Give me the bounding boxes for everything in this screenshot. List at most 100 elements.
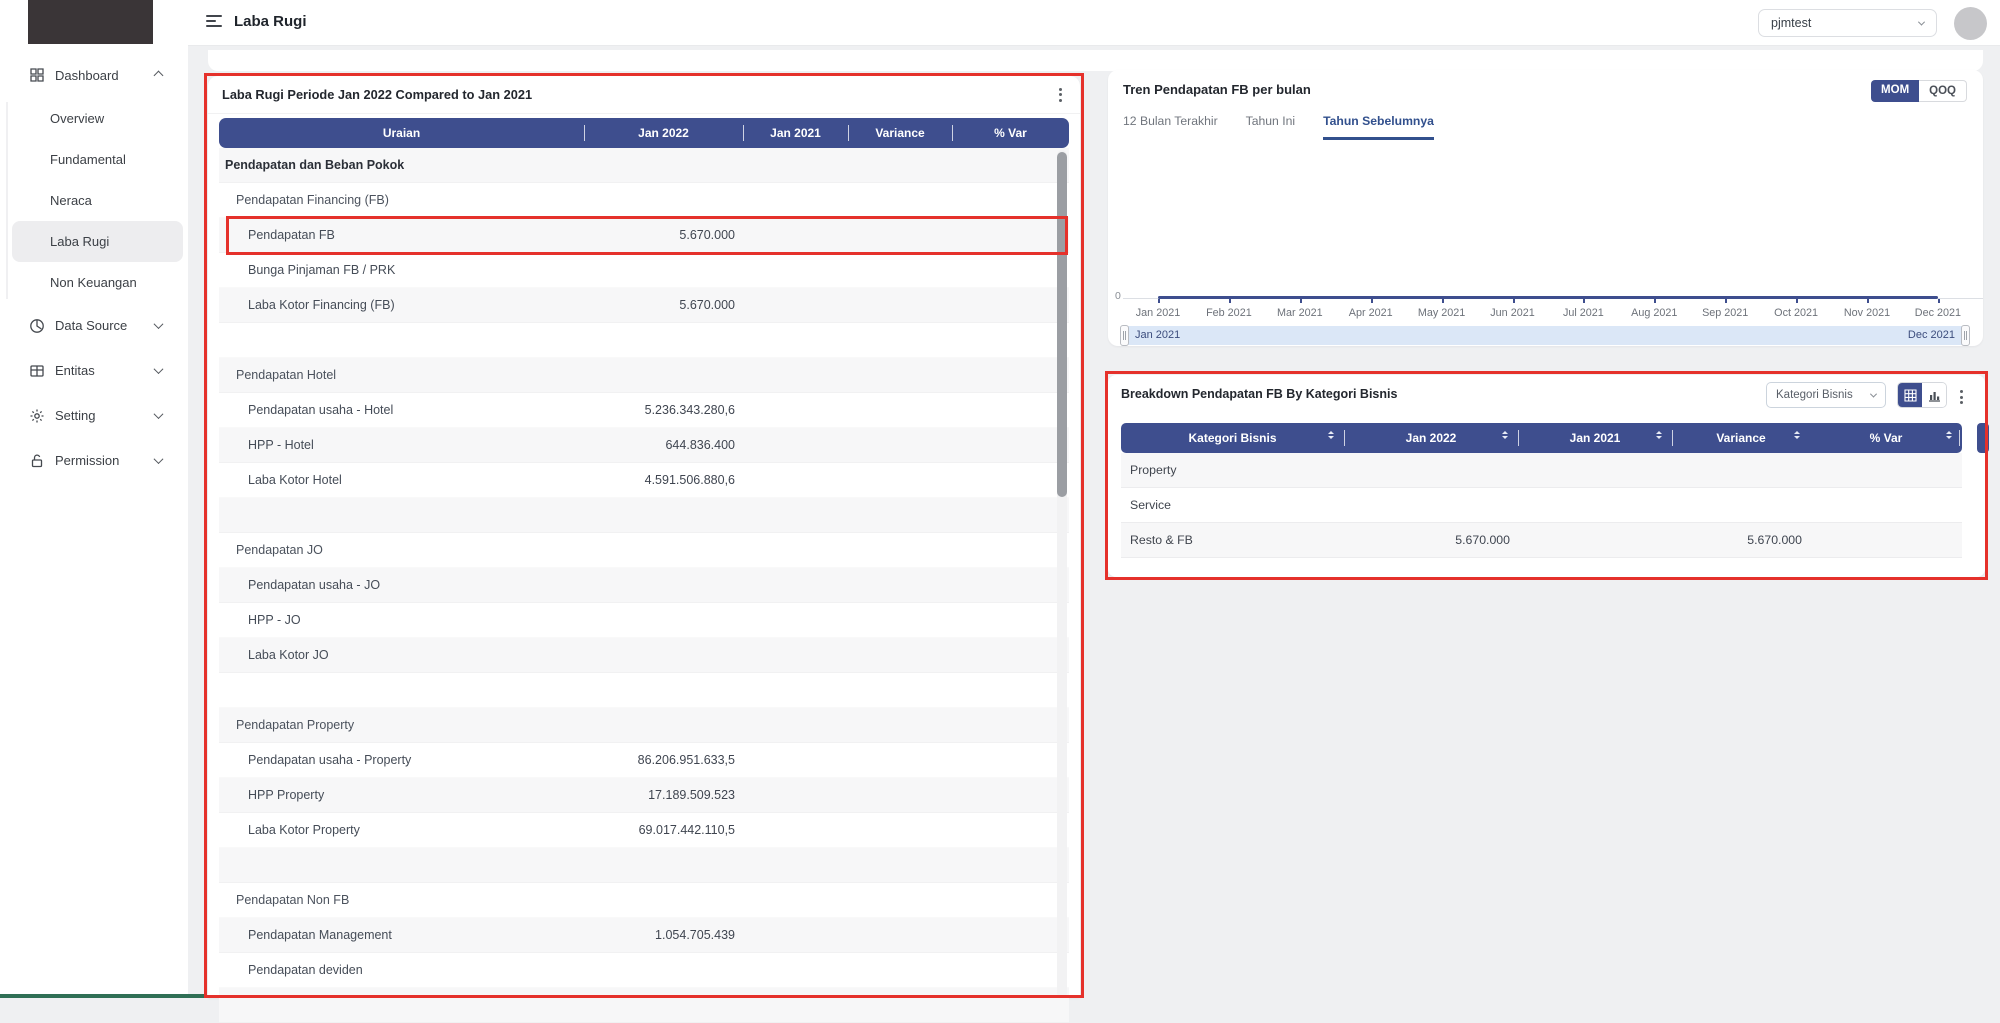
row-label: Laba Kotor Financing (FB)	[219, 288, 395, 323]
table-row[interactable]: HPP - JO	[219, 603, 1069, 638]
table-row[interactable]: Pendapatan Management1.054.705.439	[219, 918, 1069, 953]
breakdown-panel: Breakdown Pendapatan FB By Kategori Bisn…	[1108, 375, 1985, 577]
sort-icon[interactable]	[1328, 431, 1334, 439]
column-header-uraian[interactable]: Uraian	[219, 118, 584, 148]
flat-series-line	[1158, 296, 1938, 299]
x-axis-tick	[1300, 299, 1302, 303]
sidebar-item-entitas[interactable]: Entitas	[0, 348, 188, 393]
range-slider-right-handle[interactable]	[1961, 325, 1970, 346]
avatar[interactable]	[1954, 7, 1987, 40]
table-row[interactable]	[219, 848, 1069, 883]
kategori-bisnis-select[interactable]: Kategori Bisnis	[1766, 382, 1886, 408]
kebab-menu-icon[interactable]	[1055, 84, 1066, 106]
table-row[interactable]: Bunga Pinjaman FB / PRK	[219, 253, 1069, 288]
column-header-var[interactable]: % Var	[952, 118, 1069, 148]
x-axis-tick	[1867, 299, 1869, 303]
sidebar-item-laba-rugi[interactable]: Laba Rugi	[12, 221, 183, 262]
sidebar-item-label: Permission	[55, 453, 119, 468]
tab-12-bulan-terakhir[interactable]: 12 Bulan Terakhir	[1123, 114, 1218, 140]
x-axis-label: Aug 2021	[1619, 307, 1689, 319]
row-label: HPP Property	[219, 778, 324, 813]
toggle-mom[interactable]: MOM	[1871, 80, 1919, 102]
table-row[interactable]: Pendapatan Property	[219, 708, 1069, 743]
table-row[interactable]: Laba Kotor Financing (FB)5.670.000	[219, 288, 1069, 323]
toggle-qoq[interactable]: QOQ	[1919, 80, 1967, 102]
sort-icon[interactable]	[1946, 431, 1952, 439]
sidebar-item-setting[interactable]: Setting	[0, 393, 188, 438]
x-axis-label: Feb 2021	[1194, 307, 1264, 319]
table-row[interactable]: Pendapatan deviden	[219, 953, 1069, 988]
sidebar-item-permission[interactable]: Permission	[0, 438, 188, 483]
column-header-jan-2021[interactable]: Jan 2021	[743, 118, 848, 148]
column-header-variance[interactable]: Variance	[1672, 423, 1810, 453]
sidebar-item-neraca[interactable]: Neraca	[0, 180, 188, 221]
sidebar-item-overview[interactable]: Overview	[0, 98, 188, 139]
table-row[interactable]: HPP Property17.189.509.523	[219, 778, 1069, 813]
column-header-jan-2022[interactable]: Jan 2022	[584, 118, 743, 148]
table-row[interactable]: Pendapatan usaha - JO	[219, 568, 1069, 603]
kebab-menu-icon[interactable]	[1956, 386, 1967, 408]
row-label: Bunga Pinjaman FB / PRK	[219, 253, 395, 288]
column-header-jan-2022[interactable]: Jan 2022	[1344, 423, 1518, 453]
row-label: Pendapatan FB	[219, 218, 335, 253]
x-axis-tick	[1158, 299, 1160, 303]
sort-icon[interactable]	[1502, 431, 1508, 439]
tab-tahun-sebelumnya[interactable]: Tahun Sebelumnya	[1323, 114, 1434, 140]
table-row[interactable]: HPP - Hotel644.836.400	[219, 428, 1069, 463]
table-row[interactable]: Pendapatan usaha - Hotel5.236.343.280,6	[219, 393, 1069, 428]
range-slider-left-handle[interactable]	[1120, 325, 1129, 346]
breakdown-table-body: PropertyServiceResto & FB5.670.0005.670.…	[1121, 453, 1962, 558]
menu-fold-icon[interactable]	[206, 15, 223, 27]
table-row[interactable]	[219, 673, 1069, 708]
table-row[interactable]	[219, 323, 1069, 358]
row-label: Pendapatan deviden	[219, 953, 363, 988]
column-header-kategori-bisnis[interactable]: Kategori Bisnis	[1121, 423, 1344, 453]
tab-tahun-ini[interactable]: Tahun Ini	[1246, 114, 1295, 140]
x-axis-label: Apr 2021	[1336, 307, 1406, 319]
row-label: Laba Kotor JO	[219, 638, 329, 673]
table-view-button[interactable]	[1898, 383, 1922, 407]
row-label: Pendapatan dan Beban Pokok	[219, 148, 404, 183]
table-row[interactable]: Pendapatan JO	[219, 533, 1069, 568]
jan-2022-value: 4.591.506.880,6	[584, 463, 743, 498]
pl-table-header: UraianJan 2022Jan 2021Variance% Var	[219, 118, 1069, 148]
x-axis-label: May 2021	[1407, 307, 1477, 319]
workspace-select[interactable]: pjmtest	[1758, 9, 1937, 37]
sort-icon[interactable]	[1656, 431, 1662, 439]
table-row[interactable]: Pendapatan usaha - Property86.206.951.63…	[219, 743, 1069, 778]
table-row[interactable]: Pendapatan Financing (FB)	[219, 183, 1069, 218]
sort-icon[interactable]	[1794, 431, 1800, 439]
chart-view-button[interactable]	[1922, 383, 1946, 407]
sidebar-item-label: Data Source	[55, 318, 127, 333]
sidebar-item-non-keuangan[interactable]: Non Keuangan	[0, 262, 188, 303]
breakdown-row-service[interactable]: Service	[1121, 488, 1962, 523]
sidebar: Dashboard OverviewFundamentalNeracaLaba …	[0, 0, 188, 998]
pie-chart-icon	[28, 317, 45, 334]
breakdown-row-resto-fb[interactable]: Resto & FB5.670.0005.670.000	[1121, 523, 1962, 558]
table-row[interactable]: Laba Kotor JO	[219, 638, 1069, 673]
variance-value: 5.670.000	[1672, 523, 1810, 558]
sidebar-item-data-source[interactable]: Data Source	[0, 303, 188, 348]
table-row[interactable]	[219, 498, 1069, 533]
column-header-variance[interactable]: Variance	[848, 118, 952, 148]
lock-icon	[28, 452, 45, 469]
column-header-var[interactable]: % Var	[1810, 423, 1962, 453]
scrollbar-thumb[interactable]	[1057, 152, 1067, 497]
table-row[interactable]: Laba Kotor Property69.017.442.110,5	[219, 813, 1069, 848]
table-row[interactable]: Pendapatan FB5.670.000	[219, 218, 1069, 253]
row-label: Service	[1130, 488, 1171, 523]
toolbar-strip	[208, 50, 1983, 71]
table-row[interactable]: Pendapatan Hotel	[219, 358, 1069, 393]
breakdown-scrollbar-track	[1977, 423, 1989, 453]
range-slider[interactable]: Jan 2021 Dec 2021	[1122, 326, 1968, 345]
column-header-jan-2021[interactable]: Jan 2021	[1518, 423, 1672, 453]
table-scrollbar[interactable]	[1057, 150, 1067, 998]
table-row[interactable]: Laba Kotor Hotel4.591.506.880,6	[219, 463, 1069, 498]
table-row[interactable]: Pendapatan dan Beban Pokok	[219, 148, 1069, 183]
sidebar-item-dashboard[interactable]: Dashboard	[0, 56, 188, 94]
sidebar-item-fundamental[interactable]: Fundamental	[0, 139, 188, 180]
x-axis-tick	[1654, 299, 1656, 303]
row-label: Property	[1130, 453, 1176, 488]
table-row[interactable]: Pendapatan Non FB	[219, 883, 1069, 918]
breakdown-row-property[interactable]: Property	[1121, 453, 1962, 488]
